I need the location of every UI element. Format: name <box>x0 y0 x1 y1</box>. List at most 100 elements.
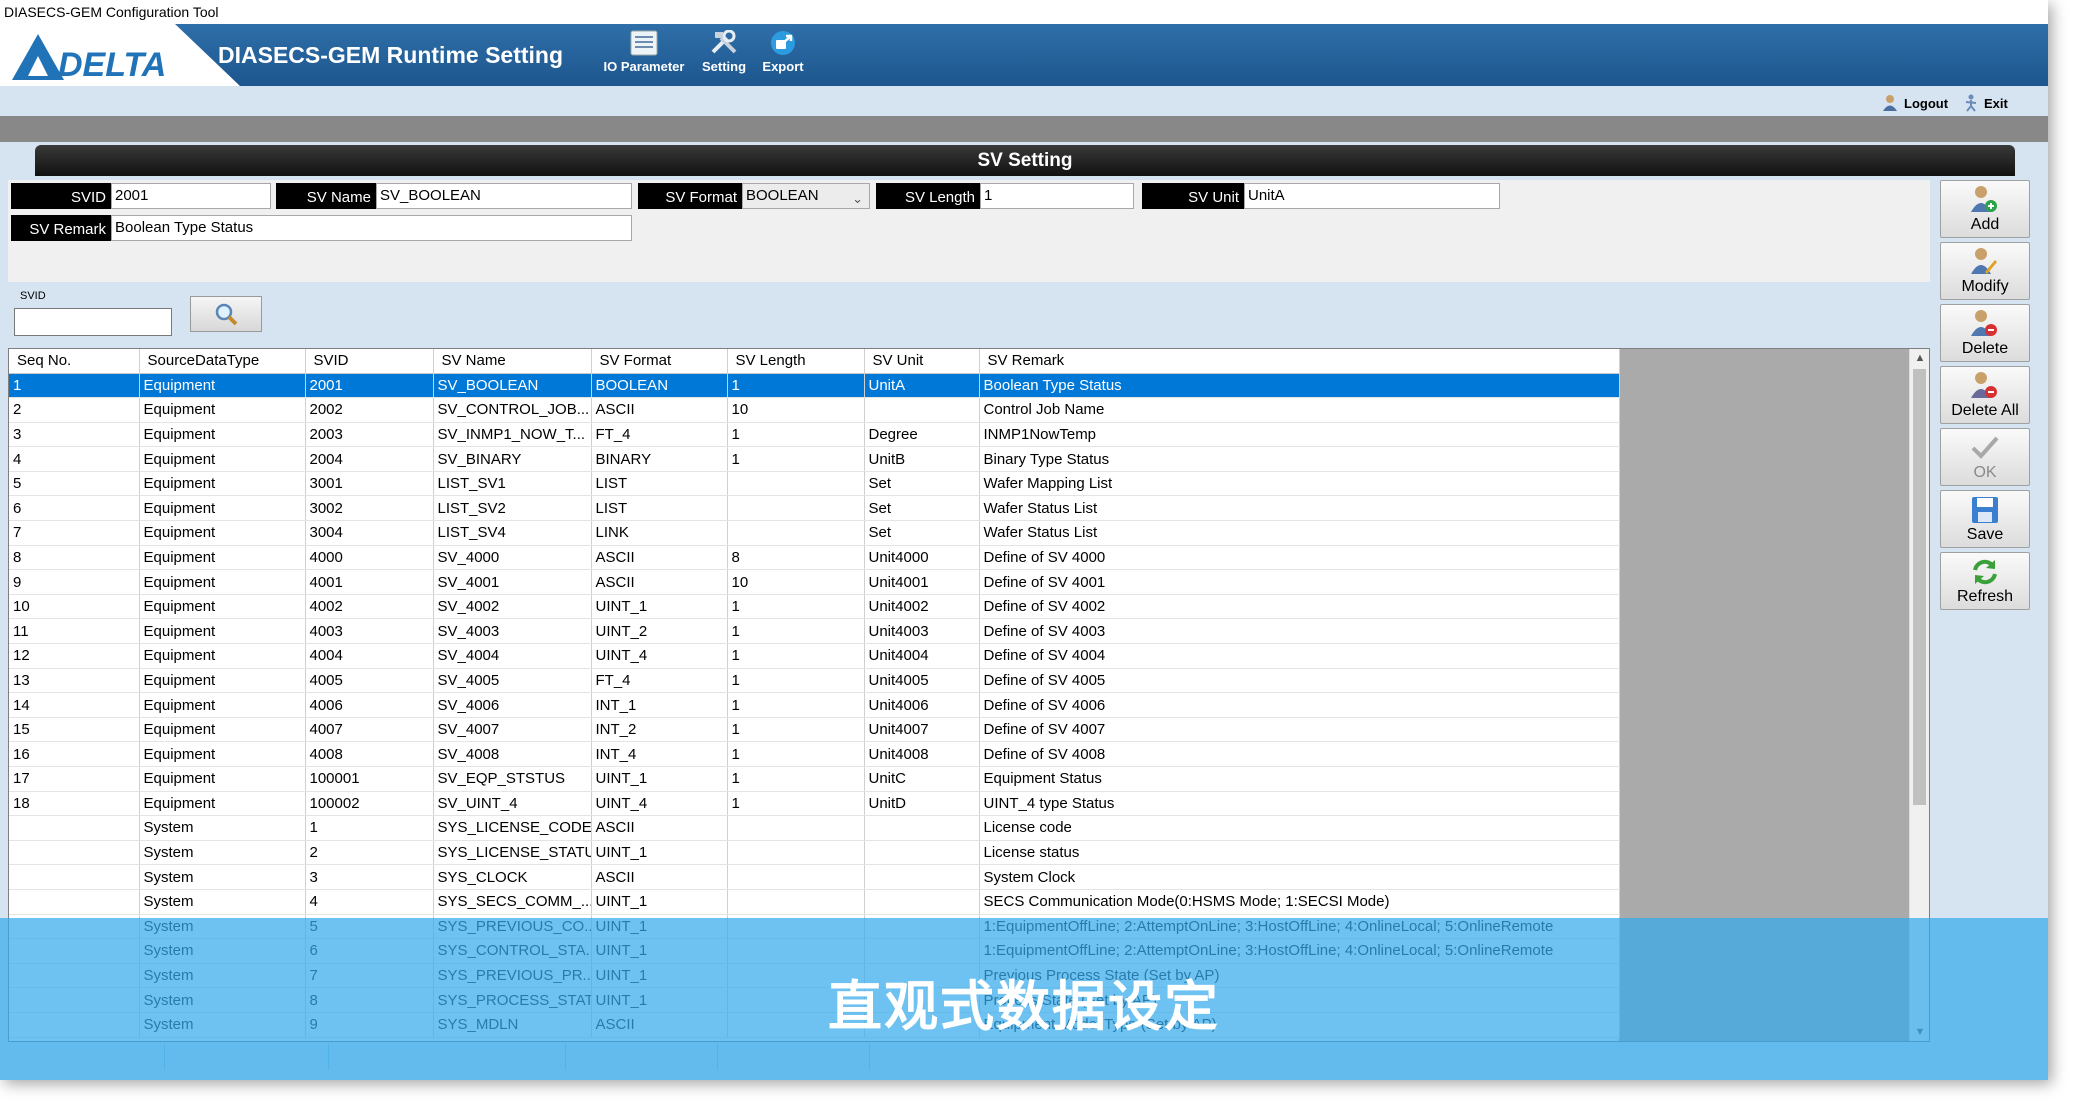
side-button-label: Delete <box>1961 340 2009 357</box>
toolbar-export-button[interactable]: Export <box>733 30 833 74</box>
save-button[interactable]: Save <box>1940 490 2030 548</box>
overlay-caption: 直观式数据设定 <box>828 975 1220 1038</box>
sv-unit-field[interactable]: UnitA <box>1244 183 1500 209</box>
search-svid-input[interactable] <box>14 308 172 336</box>
modify-user-icon <box>1971 248 1997 274</box>
logout-button[interactable]: Logout <box>1882 94 1948 112</box>
sv-length-field[interactable]: 1 <box>980 183 1134 209</box>
column-header[interactable]: SV Remark <box>979 349 1620 374</box>
table-cell: INT_4 <box>591 741 728 767</box>
table-cell: 2 <box>9 397 140 423</box>
table-cell: 4008 <box>305 741 434 767</box>
table-cell: UINT_4 type Status <box>979 791 1620 817</box>
table-row[interactable]: 14 Equipment 4006 SV_4006 INT_1 1 Unit4006 Defi… <box>9 692 1620 718</box>
table-cell: 12 <box>9 643 140 669</box>
exit-button[interactable]: Exit <box>1962 94 2008 112</box>
table-cell: 9 <box>9 569 140 595</box>
sv-remark-field[interactable]: Boolean Type Status <box>111 215 632 241</box>
table-cell: 15 <box>9 717 140 743</box>
table-cell <box>727 520 865 546</box>
column-header[interactable]: SVID <box>305 349 434 374</box>
add-button[interactable]: Add <box>1940 180 2030 238</box>
exit-label: Exit <box>1984 95 2008 111</box>
table-cell: Equipment <box>139 741 306 767</box>
table-row[interactable]: 17 Equipment 100001 SV_EQP_STSTUS UINT_1 1 Uni… <box>9 766 1620 792</box>
ok-button[interactable]: OK <box>1940 428 2030 486</box>
table-cell <box>727 815 865 841</box>
table-cell: 4007 <box>305 717 434 743</box>
table-row[interactable]: System 3 SYS_CLOCK ASCII System Clock <box>9 864 1620 890</box>
table-row[interactable]: 11 Equipment 4003 SV_4003 UINT_2 1 Unit4003 Def… <box>9 618 1620 645</box>
table-row[interactable]: 12 Equipment 4004 SV_4004 UINT_4 1 Unit4004 Def… <box>9 643 1620 669</box>
delete-user-icon <box>1971 310 1997 336</box>
table-cell: Equipment <box>139 397 306 423</box>
table-cell: SV_4006 <box>433 692 592 718</box>
search-button[interactable] <box>190 296 262 332</box>
column-header[interactable]: SourceDataType <box>139 349 306 374</box>
table-row[interactable]: 10 Equipment 4002 SV_4002 UINT_1 1 Unit4002 Def… <box>9 594 1620 620</box>
column-header[interactable]: SV Name <box>433 349 592 374</box>
delete-all-button[interactable]: Delete All <box>1940 366 2030 424</box>
column-header[interactable]: SV Length <box>727 349 865 374</box>
table-row[interactable]: 9 Equipment 4001 SV_4001 ASCII 10 Unit4001 Defi… <box>9 569 1620 595</box>
table-cell: LIST_SV2 <box>433 495 592 522</box>
separator-bar <box>0 116 2048 142</box>
column-header[interactable]: SV Unit <box>864 349 980 374</box>
table-row[interactable]: 5 Equipment 3001 LIST_SV1 LIST Set Wafer Mappi… <box>9 471 1620 497</box>
sv-edit-form: SVID 2001 SV Name SV_BOOLEAN SV Format B… <box>8 180 1930 282</box>
table-cell: Define of SV 4002 <box>979 594 1620 620</box>
sv-name-field[interactable]: SV_BOOLEAN <box>376 183 632 209</box>
table-cell: Equipment <box>139 618 306 645</box>
table-row[interactable]: System 1 SYS_LICENSE_CODE ASCII License code <box>9 815 1620 841</box>
column-header[interactable]: Seq No. <box>9 349 140 374</box>
modify-button[interactable]: Modify <box>1940 242 2030 300</box>
table-row[interactable]: 16 Equipment 4008 SV_4008 INT_4 1 Unit4008 Defi… <box>9 741 1620 767</box>
window-titlebar: DIASECS-GEM Configuration Tool <box>0 0 2048 24</box>
table-row[interactable]: System 4 SYS_SECS_COMM_... UINT_1 SECS Commu… <box>9 889 1620 915</box>
table-cell: 1 <box>727 766 865 792</box>
side-button-label: Save <box>1966 526 2004 543</box>
table-cell: Equipment Status <box>979 766 1620 792</box>
table-row[interactable]: System 2 SYS_LICENSE_STATUS UINT_1 License s… <box>9 840 1620 866</box>
table-cell: ASCII <box>591 397 728 423</box>
table-cell: 4006 <box>305 692 434 718</box>
svid-field[interactable]: 2001 <box>111 183 271 209</box>
table-cell: UINT_2 <box>591 618 728 645</box>
column-header[interactable]: SV Format <box>591 349 728 374</box>
table-cell: SV_CONTROL_JOB... <box>433 397 592 423</box>
table-cell: SYS_LICENSE_CODE <box>433 815 592 841</box>
delete-button[interactable]: Delete <box>1940 304 2030 362</box>
table-cell: SYS_SECS_COMM_... <box>433 889 592 915</box>
table-cell: Define of SV 4008 <box>979 741 1620 767</box>
refresh-button[interactable]: Refresh <box>1940 552 2030 610</box>
scrollbar-thumb[interactable] <box>1913 369 1926 805</box>
table-cell: 10 <box>9 594 140 620</box>
table-row[interactable]: 1 Equipment 2001 SV_BOOLEAN BOOLEAN 1 UnitA Boo… <box>9 373 1620 399</box>
sv-format-selected: BOOLEAN <box>746 187 819 204</box>
table-row[interactable]: 8 Equipment 4000 SV_4000 ASCII 8 Unit4000 Defin… <box>9 545 1620 571</box>
table-row[interactable]: 2 Equipment 2002 SV_CONTROL_JOB... ASCII 10 Co… <box>9 397 1620 423</box>
save-disk-icon <box>1972 497 1998 523</box>
table-row[interactable]: 13 Equipment 4005 SV_4005 FT_4 1 Unit4005 Defin… <box>9 668 1620 694</box>
table-cell: Equipment <box>139 594 306 620</box>
table-cell: 16 <box>9 741 140 767</box>
table-row[interactable]: 4 Equipment 2004 SV_BINARY BINARY 1 UnitB Binar… <box>9 446 1620 472</box>
table-cell: 1 <box>727 717 865 743</box>
delete-all-users-icon <box>1971 372 1997 398</box>
table-cell: Unit4008 <box>864 741 980 767</box>
scroll-up-icon[interactable]: ▲ <box>1910 349 1929 367</box>
table-cell: 18 <box>9 791 140 817</box>
table-cell <box>9 889 140 915</box>
table-row[interactable]: 18 Equipment 100002 SV_UINT_4 UINT_4 1 UnitD UI… <box>9 791 1620 817</box>
table-cell: 2 <box>305 840 434 866</box>
table-cell: Equipment <box>139 766 306 792</box>
table-row[interactable]: 6 Equipment 3002 LIST_SV2 LIST Set Wafer Statu… <box>9 495 1620 522</box>
table-row[interactable]: 15 Equipment 4007 SV_4007 INT_2 1 Unit4007 Defi… <box>9 717 1620 743</box>
table-row[interactable]: 7 Equipment 3004 LIST_SV4 LINK Set Wafer Statu… <box>9 520 1620 546</box>
sv-format-dropdown[interactable]: BOOLEAN ⌄ <box>742 183 870 209</box>
table-row[interactable]: 3 Equipment 2003 SV_INMP1_NOW_T... FT_4 1 Degr… <box>9 422 1620 448</box>
table-cell: System <box>139 840 306 866</box>
table-cell: FT_4 <box>591 422 728 448</box>
table-cell: Unit4006 <box>864 692 980 718</box>
table-cell: UnitC <box>864 766 980 792</box>
